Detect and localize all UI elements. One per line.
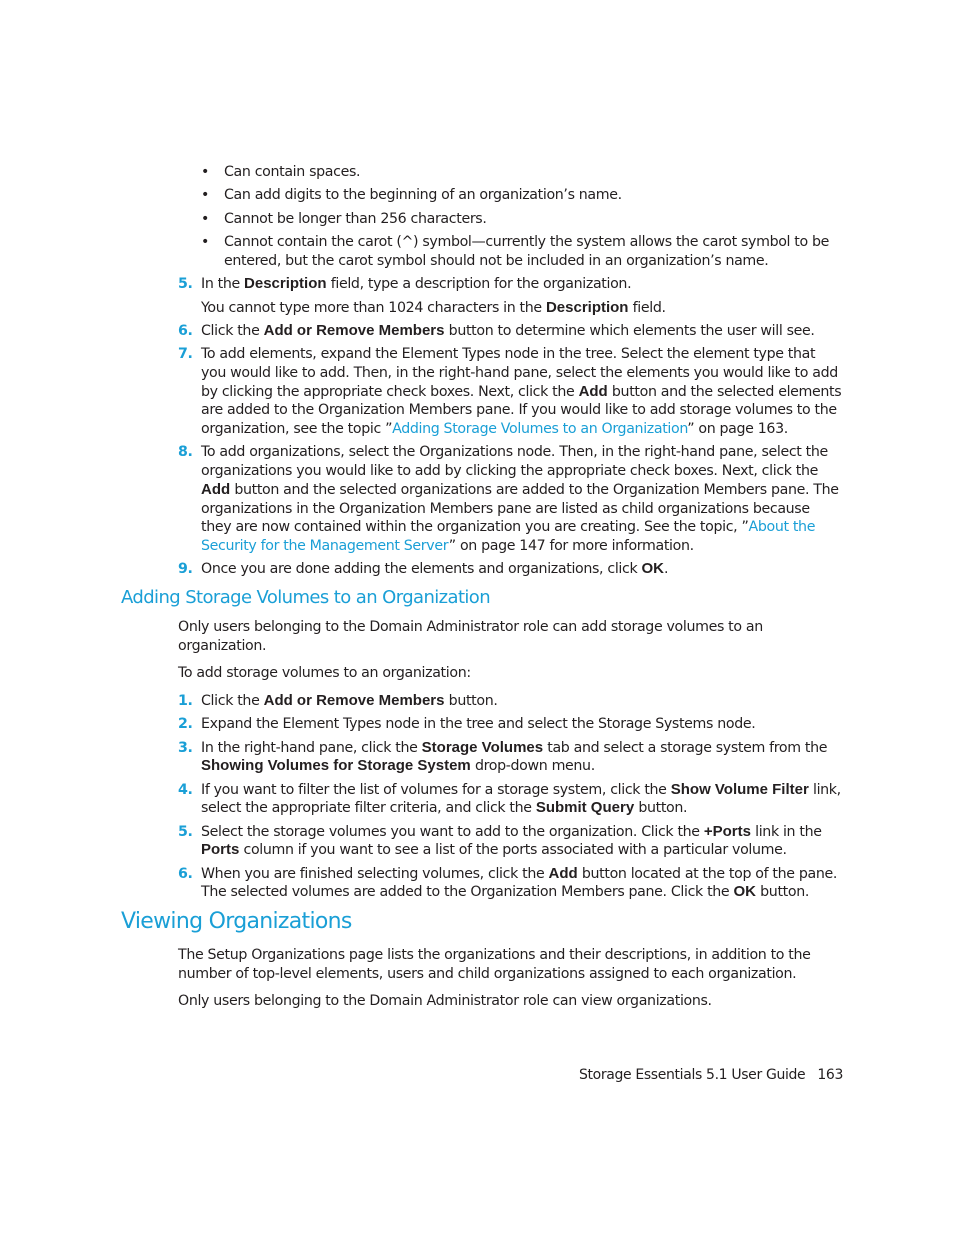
- adding-storage-volumes-section: Only users belonging to the Domain Admin…: [178, 618, 843, 907]
- step-6: 6. Click the Add or Remove Members butto…: [178, 322, 815, 339]
- ui-term: OK: [641, 560, 665, 578]
- step-5: 5. Select the storage volumes you want t…: [178, 822, 822, 859]
- step-note: You cannot type more than 1024 character…: [201, 298, 666, 316]
- ui-term: Description: [545, 298, 629, 316]
- ui-term: Add or Remove Members: [263, 322, 445, 339]
- section-heading-viewing-organizations: Viewing Organizations: [121, 909, 352, 934]
- paragraph: Only users belonging to the Domain Admin…: [178, 993, 712, 1010]
- list-item: • Can contain spaces.: [201, 164, 361, 180]
- ui-term: Storage Volumes: [421, 738, 544, 756]
- document-page: • Can contain spaces. • Can add digits to …: [0, 0, 954, 1235]
- step-4: 4. If you want to filter the list of vol…: [178, 780, 841, 817]
- step-number: 5.: [178, 276, 193, 292]
- bullet-icon: •: [201, 233, 210, 250]
- ui-term: Add: [201, 480, 231, 498]
- ui-term: Show Volume Filter: [670, 780, 809, 798]
- ui-term: OK: [733, 883, 756, 901]
- paragraph: The Setup Organizations page lists the o…: [178, 947, 811, 982]
- footer-title: Storage Essentials 5.1 User Guide: [578, 1067, 806, 1083]
- step-6: 6. When you are finished selecting volum…: [178, 864, 838, 901]
- step-8: 8. To add organizations, select the Orga…: [178, 444, 839, 554]
- ui-term: Add: [548, 864, 578, 882]
- lead-paragraph: To add storage volumes to an organizatio…: [178, 665, 471, 682]
- bullet-icon: •: [201, 164, 210, 180]
- ui-term: +Ports: [703, 822, 751, 840]
- step-number: 2.: [178, 716, 193, 733]
- ui-term: Showing Volumes for Storage System: [201, 757, 471, 775]
- section-heading-adding-storage-volumes: Adding Storage Volumes to an Organizatio…: [121, 587, 491, 608]
- name-rules-list: • Can contain spaces. • Can add digits to …: [201, 163, 841, 275]
- page-number: 163: [817, 1067, 843, 1083]
- viewing-organizations-section: The Setup Organizations page lists the o…: [178, 946, 843, 1020]
- step-number: 6.: [178, 865, 193, 882]
- step-number: 3.: [178, 739, 193, 756]
- list-item: • Cannot be longer than 256 characters.: [201, 210, 487, 227]
- page-footer: Storage Essentials 5.1 User Guide 163: [579, 1067, 843, 1083]
- step-7: 7. To add elements, expand the Element T…: [178, 346, 842, 438]
- bullet-icon: •: [201, 187, 210, 204]
- step-5: 5. In the Description field, type a desc…: [178, 275, 843, 317]
- list-item: • Cannot contain the carot (^) symbol—cur…: [201, 233, 830, 269]
- step-number: 6.: [178, 323, 193, 339]
- list-item: • Can add digits to the beginning of an o…: [201, 187, 622, 204]
- ui-term: Add or Remove Members: [263, 692, 445, 710]
- ui-term: Submit Query: [535, 799, 635, 817]
- step-number: 8.: [178, 444, 193, 461]
- step-number: 7.: [178, 346, 193, 363]
- step-2: 2. Expand the Element Types node in the …: [178, 716, 756, 733]
- ui-term: Description: [244, 275, 327, 292]
- step-3: 3. In the right-hand pane, click the Sto…: [178, 738, 828, 775]
- ui-term: Add: [578, 382, 608, 400]
- step-number: 4.: [178, 781, 193, 798]
- step-1: 1. Click the Add or Remove Members butto…: [178, 692, 498, 710]
- intro-paragraph: Only users belonging to the Domain Admin…: [178, 619, 763, 654]
- bullet-icon: •: [201, 210, 210, 227]
- step-number: 5.: [178, 823, 193, 840]
- step-9: 9. Once you are done adding the elements…: [178, 560, 669, 578]
- cross-reference-link[interactable]: Adding Storage Volumes to an Organizatio…: [392, 421, 687, 437]
- step-number: 9.: [178, 561, 193, 578]
- ui-term: Ports: [201, 841, 240, 859]
- step-number: 1.: [178, 693, 193, 710]
- create-organization-steps: 5. In the Description field, type a desc…: [178, 275, 843, 584]
